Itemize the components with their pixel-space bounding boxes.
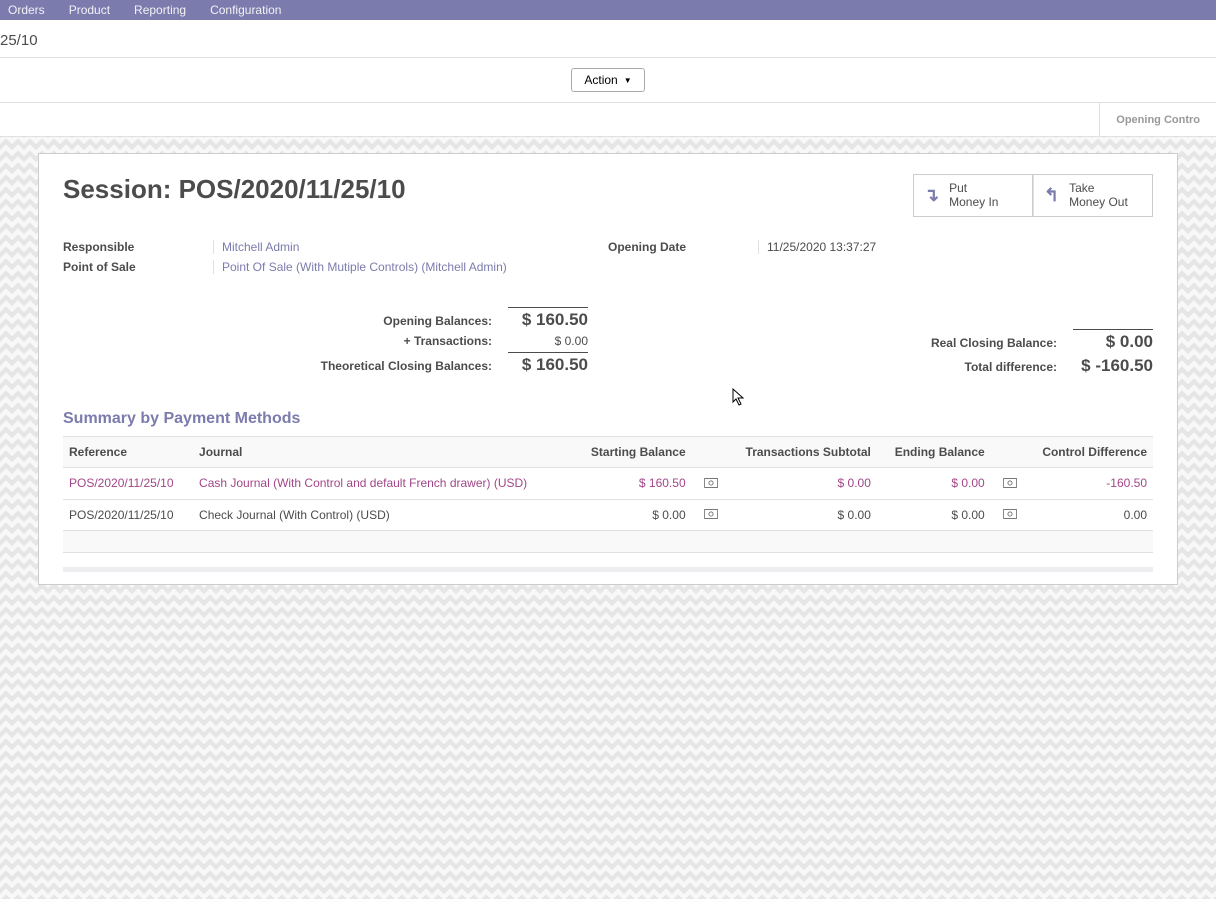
transactions-value: $ 0.00 [508,334,588,348]
table-row[interactable]: POS/2020/11/25/10Cash Journal (With Cont… [63,467,1153,499]
table-row[interactable]: POS/2020/11/25/10Check Journal (With Con… [63,499,1153,531]
cell-journal: Check Journal (With Control) (USD) [193,499,573,531]
cell-starting: $ 0.00 [573,499,692,531]
nav-reporting[interactable]: Reporting [134,3,186,17]
nav-configuration[interactable]: Configuration [210,3,281,17]
cell-control: 0.00 [1023,499,1153,531]
cash-icon [704,477,718,491]
status-stage-opening[interactable]: Opening Contro [1099,103,1216,136]
cash-icon [1003,477,1017,491]
col-reference: Reference [63,436,193,467]
cell-ending: $ 0.00 [877,467,991,499]
cell-starting: $ 160.50 [573,467,692,499]
real-closing-label: Real Closing Balance: [628,336,1073,350]
payment-methods-table: Reference Journal Starting Balance Trans… [63,436,1153,554]
point-of-sale-label: Point of Sale [63,260,213,274]
chevron-down-icon: ▼ [624,76,632,85]
nav-product[interactable]: Product [69,3,110,17]
cash-icon [704,508,718,522]
take-money-out-label: Take Money Out [1069,181,1128,210]
cash-detail-button[interactable] [692,499,724,531]
point-of-sale-link[interactable]: Point Of Sale (With Mutiple Controls) (M… [222,260,507,274]
action-label: Action [584,73,617,87]
col-transactions: Transactions Subtotal [724,436,877,467]
opening-date-value: 11/25/2020 13:37:27 [758,240,1153,254]
opening-balances-value: $ 160.50 [508,307,588,330]
real-closing-value: $ 0.00 [1073,329,1153,352]
arrow-up-icon: ↰ [1044,185,1059,207]
theoretical-value: $ 160.50 [508,352,588,375]
responsible-link[interactable]: Mitchell Admin [222,240,299,254]
cell-control: -160.50 [1023,467,1153,499]
opening-date-label: Opening Date [608,240,758,254]
arrow-down-icon: ↴ [924,185,939,207]
form-sheet: Session: POS/2020/11/25/10 ↴ Put Money I… [38,153,1178,585]
put-money-in-label: Put Money In [949,181,998,210]
breadcrumb: 25/10 [0,20,1216,58]
action-bar: Action ▼ [0,58,1216,103]
cash-detail-button[interactable] [991,467,1023,499]
col-journal: Journal [193,436,573,467]
col-starting: Starting Balance [573,436,692,467]
cash-detail-button[interactable] [991,499,1023,531]
total-diff-label: Total difference: [628,360,1073,374]
status-bar: Opening Contro [0,103,1216,137]
col-control: Control Difference [1023,436,1153,467]
summary-title: Summary by Payment Methods [63,410,1153,428]
cell-transactions: $ 0.00 [724,467,877,499]
cell-ending: $ 0.00 [877,499,991,531]
cell-reference: POS/2020/11/25/10 [63,499,193,531]
put-money-in-button[interactable]: ↴ Put Money In [913,174,1033,217]
cash-icon [1003,508,1017,522]
cell-transactions: $ 0.00 [724,499,877,531]
col-ending: Ending Balance [877,436,991,467]
nav-orders[interactable]: Orders [8,3,45,17]
opening-balances-label: Opening Balances: [63,314,508,328]
theoretical-label: Theoretical Closing Balances: [63,359,508,373]
total-diff-value: $ -160.50 [1073,356,1153,376]
responsible-label: Responsible [63,240,213,254]
session-title: Session: POS/2020/11/25/10 [63,174,406,205]
cash-detail-button[interactable] [692,467,724,499]
top-nav: Orders Product Reporting Configuration [0,0,1216,20]
take-money-out-button[interactable]: ↰ Take Money Out [1033,174,1153,217]
action-dropdown[interactable]: Action ▼ [571,68,644,92]
cell-journal: Cash Journal (With Control and default F… [193,467,573,499]
breadcrumb-text: 25/10 [0,32,38,49]
cell-reference: POS/2020/11/25/10 [63,467,193,499]
transactions-label: + Transactions: [63,334,508,348]
